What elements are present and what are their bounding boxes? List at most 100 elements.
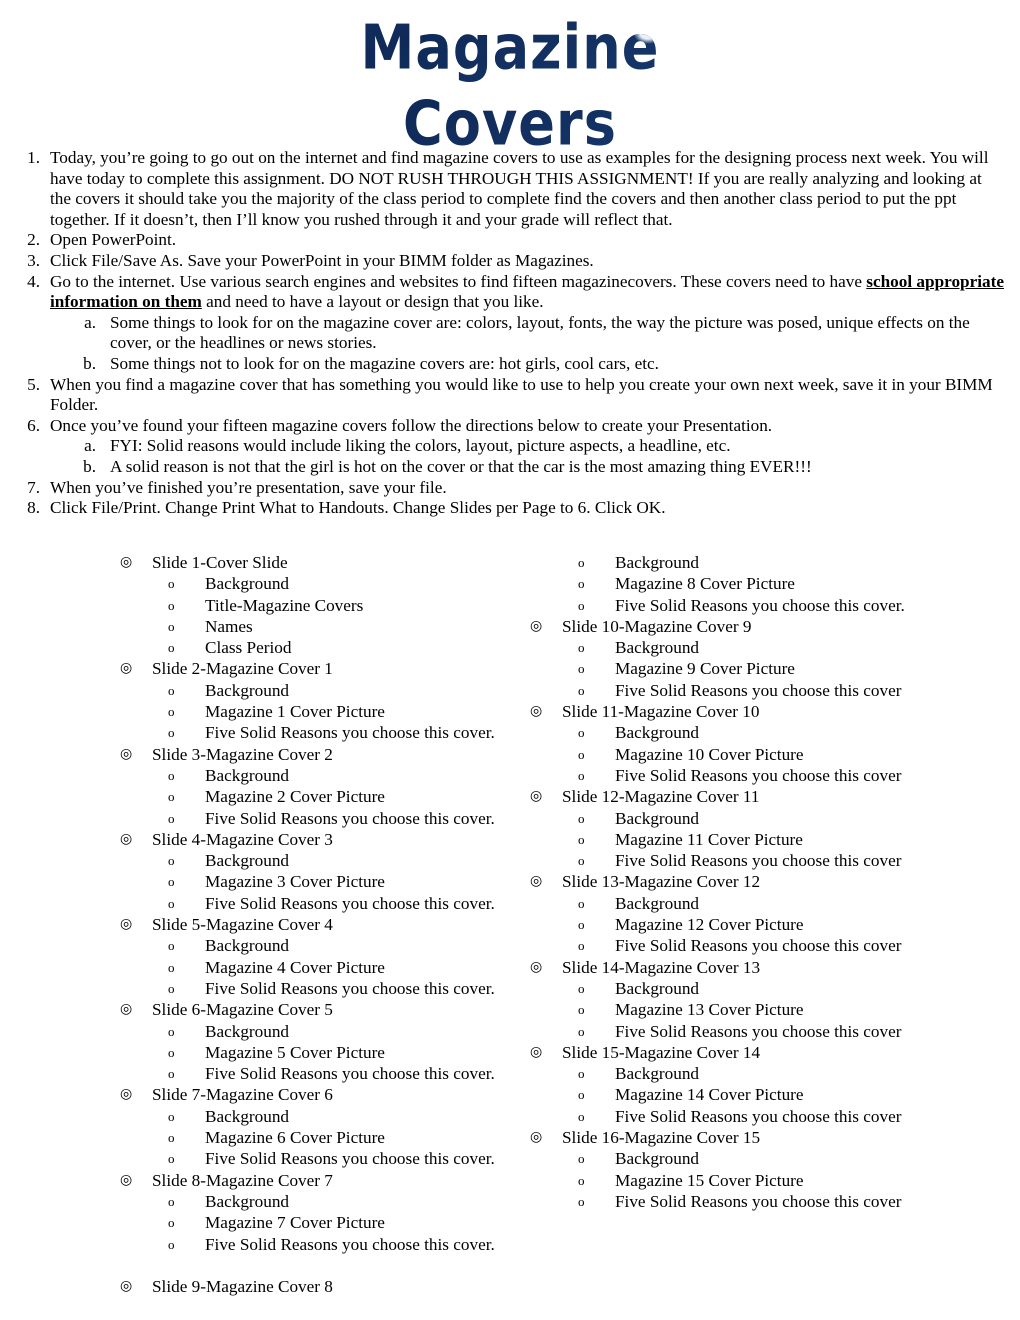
outline-item-label: Slide 10-Magazine Cover 9 <box>562 616 752 636</box>
circle-bullet-icon: o <box>168 1236 175 1252</box>
circle-bullet-icon: o <box>168 959 175 975</box>
instruction-item: 4. Go to the internet. Use various search… <box>18 272 1006 313</box>
outline-slide-subitem: o Magazine 2 Cover Picture <box>120 786 520 807</box>
outline-slide-subitem: o Background <box>120 850 520 871</box>
outline-item-label: Five Solid Reasons you choose this cover <box>615 936 902 956</box>
outline-item-label: Slide 11-Magazine Cover 10 <box>562 702 760 722</box>
outline-item-label: Slide 5-Magazine Cover 4 <box>152 915 333 935</box>
circle-bullet-icon: o <box>578 767 585 783</box>
instruction-subitem-text: Some things to look for on the magazine … <box>110 312 970 353</box>
document-title-block: Magazine Covers <box>0 0 1020 159</box>
circle-bullet-icon: o <box>168 682 175 698</box>
instruction-text: Click File/Print. Change Print What to H… <box>50 498 666 518</box>
outline-item-label: Magazine 10 Cover Picture <box>615 744 804 764</box>
outline-slide-item: ◎ Slide 10-Magazine Cover 9 <box>530 616 1020 637</box>
instruction-marker: 5. <box>27 374 40 394</box>
outline-item-label: Background <box>615 808 700 828</box>
circle-bullet-icon: o <box>578 1066 585 1082</box>
outline-slide-subitem: o Five Solid Reasons you choose this cove… <box>530 765 1020 786</box>
outline-slide-item: ◎ Slide 5-Magazine Cover 4 <box>120 914 520 935</box>
outline-slide-item: ◎ Slide 12-Magazine Cover 11 <box>530 786 1020 807</box>
outline-item-label: Magazine 4 Cover Picture <box>205 957 385 977</box>
target-bullet-icon: ◎ <box>120 745 133 762</box>
outline-item-label: Background <box>205 851 290 871</box>
circle-bullet-icon: o <box>578 640 585 656</box>
outline-slide-subitem: o Background <box>120 1191 520 1212</box>
outline-item-label: Five Solid Reasons you choose this cover… <box>205 893 495 913</box>
outline-item-label: Slide 9-Magazine Cover 8 <box>152 1277 333 1297</box>
outline-slide-subitem: o Magazine 5 Cover Picture <box>120 1042 520 1063</box>
outline-item-label: Title-Magazine Covers <box>205 595 364 615</box>
circle-bullet-icon: o <box>168 810 175 826</box>
instruction-text: Today, you’re going to go out on the int… <box>50 148 988 229</box>
outline-slide-subitem: o Background <box>120 935 520 956</box>
outline-item-label: Magazine 12 Cover Picture <box>615 915 804 935</box>
instruction-subitem-marker: b. <box>83 456 96 476</box>
circle-bullet-icon: o <box>168 1130 175 1146</box>
instruction-item: 1.Today, you’re going to go out on the i… <box>18 148 1006 230</box>
outline-slide-subitem: o Background <box>530 978 1020 999</box>
instruction-marker: 7. <box>27 477 40 497</box>
outline-slide-item: ◎ Slide 4-Magazine Cover 3 <box>120 829 520 850</box>
outline-slide-subitem: o Background <box>120 680 520 701</box>
circle-bullet-icon: o <box>168 1108 175 1124</box>
outline-slide-subitem: o Magazine 8 Cover Picture <box>530 573 1020 594</box>
instruction-subitem-text: Some things not to look for on the magaz… <box>110 353 659 373</box>
outline-slide-subitem: o Five Solid Reasons you choose this cove… <box>530 1191 1020 1212</box>
circle-bullet-icon: o <box>168 874 175 890</box>
outline-slide-subitem: o Class Period <box>120 637 520 658</box>
circle-bullet-icon: o <box>578 938 585 954</box>
outline-slide-subitem: o Five Solid Reasons you choose this cove… <box>120 1148 520 1169</box>
outline-item-label: Slide 12-Magazine Cover 11 <box>562 787 760 807</box>
circle-bullet-icon: o <box>168 1023 175 1039</box>
instruction-item: 5. When you find a magazine cover that ha… <box>18 375 1006 416</box>
circle-bullet-icon: o <box>168 704 175 720</box>
outline-item-label: Background <box>615 978 700 998</box>
outline-slide-subitem: o Magazine 9 Cover Picture <box>530 658 1020 679</box>
circle-bullet-icon: o <box>578 895 585 911</box>
circle-bullet-icon: o <box>168 1215 175 1231</box>
circle-bullet-icon: o <box>168 853 175 869</box>
outline-slide-subitem: o Magazine 1 Cover Picture <box>120 701 520 722</box>
outline-item-label: Magazine 3 Cover Picture <box>205 872 385 892</box>
target-bullet-icon: ◎ <box>530 788 543 805</box>
outline-item-label: Slide 14-Magazine Cover 13 <box>562 957 761 977</box>
target-bullet-icon: ◎ <box>530 703 543 720</box>
outline-slide-subitem: o Background <box>530 1148 1020 1169</box>
outline-item-label: Five Solid Reasons you choose this cover <box>615 1191 902 1211</box>
outline-slide-subitem: o Five Solid Reasons you choose this cove… <box>120 722 520 743</box>
outline-item-label: Five Solid Reasons you choose this cover… <box>205 1064 495 1084</box>
circle-bullet-icon: o <box>168 895 175 911</box>
wordart-title-line-1: Magazine <box>0 14 1020 83</box>
instruction-subitem-marker: a. <box>84 312 96 332</box>
outline-item-label: Slide 15-Magazine Cover 14 <box>562 1042 761 1062</box>
circle-bullet-icon: o <box>168 767 175 783</box>
circle-bullet-icon: o <box>578 1108 585 1124</box>
outline-slide-item: ◎ Slide 7-Magazine Cover 6 <box>120 1084 520 1105</box>
circle-bullet-icon: o <box>168 938 175 954</box>
target-bullet-icon: ◎ <box>120 660 133 677</box>
outline-item-label: Slide 1-Cover Slide <box>152 553 288 572</box>
outline-column-right: o Background o Magazine 8 Cover Picture o Fiv… <box>520 552 1020 1297</box>
outline-slide-subitem: o Magazine 10 Cover Picture <box>530 744 1020 765</box>
outline-item-label: Five Solid Reasons you choose this cover… <box>205 1149 495 1169</box>
circle-bullet-icon: o <box>578 1151 585 1167</box>
outline-slide-subitem: o Magazine 15 Cover Picture <box>530 1170 1020 1191</box>
target-bullet-icon: ◎ <box>120 1171 133 1188</box>
outline-slide-subitem: o Background <box>530 808 1020 829</box>
target-bullet-icon: ◎ <box>120 554 133 570</box>
circle-bullet-icon: o <box>168 980 175 996</box>
outline-item-label: Five Solid Reasons you choose this cover <box>615 1106 902 1126</box>
instruction-item: 2. Open PowerPoint. <box>18 230 1006 251</box>
circle-bullet-icon: o <box>578 917 585 933</box>
target-bullet-icon: ◎ <box>530 873 543 890</box>
outline-slide-subitem: o Background <box>530 722 1020 743</box>
instruction-marker: 3. <box>27 250 40 270</box>
instruction-item: 6. Once you’ve found your fifteen magazin… <box>18 416 1006 437</box>
outline-slide-item: ◎ Slide 13-Magazine Cover 12 <box>530 871 1020 892</box>
outline-item-label: Five Solid Reasons you choose this cover <box>615 1021 902 1041</box>
outline-slide-subitem: o Five Solid Reasons you choose this cove… <box>120 1063 520 1084</box>
outline-item-label: Magazine 5 Cover Picture <box>205 1042 385 1062</box>
outline-slide-item: ◎ Slide 15-Magazine Cover 14 <box>530 1042 1020 1063</box>
instruction-marker: 8. <box>27 498 40 518</box>
